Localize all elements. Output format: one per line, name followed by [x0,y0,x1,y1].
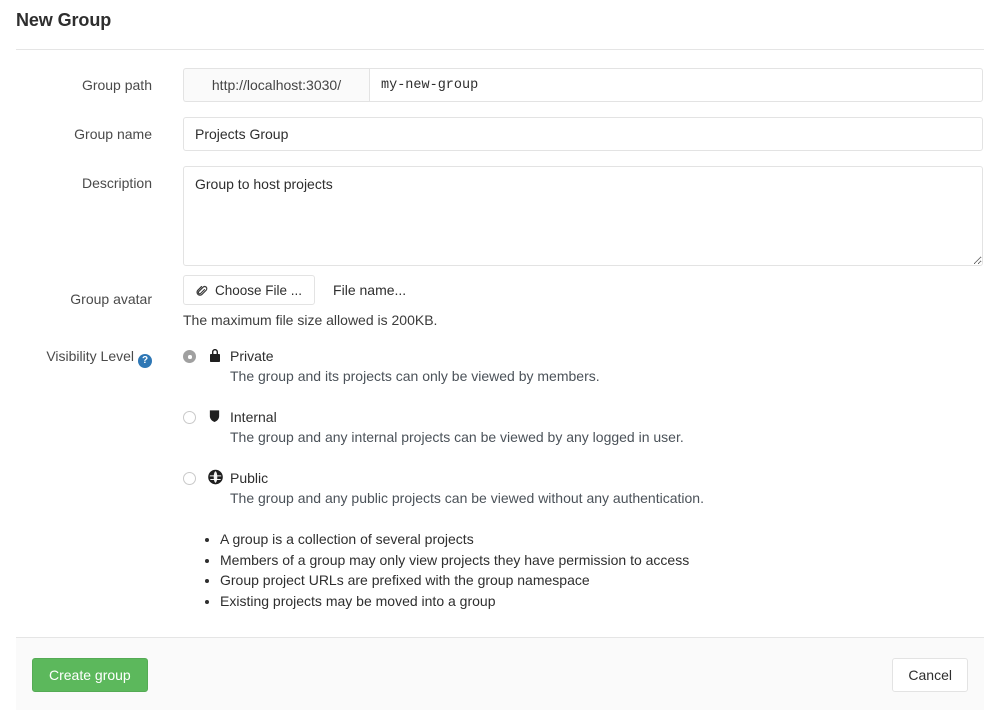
description-control [183,166,983,266]
shield-icon [208,408,223,425]
visibility-desc-internal: The group and any internal projects can … [230,428,684,446]
group-notes-list: A group is a collection of several proje… [200,530,689,612]
group-name-control [183,117,983,151]
radio-public[interactable] [183,472,196,485]
list-item: Members of a group may only view project… [220,551,689,571]
form-footer: Create group Cancel [16,637,984,710]
lock-icon [208,347,223,364]
help-circle-icon[interactable]: ? [138,354,152,368]
create-group-button[interactable]: Create group [32,658,148,692]
group-avatar-label: Group avatar [0,290,152,308]
visibility-name-public: Public [230,469,268,487]
new-group-page: New Group Group path http://localhost:30… [0,0,1000,710]
visibility-name-internal: Internal [230,408,277,426]
visibility-name-private: Private [230,347,274,365]
choose-file-button[interactable]: Choose File ... [183,275,315,305]
avatar-size-hint: The maximum file size allowed is 200KB. [183,311,437,329]
cancel-button[interactable]: Cancel [892,658,968,692]
list-item: Group project URLs are prefixed with the… [220,571,689,591]
group-name-label: Group name [0,125,152,143]
radio-private[interactable] [183,350,196,363]
visibility-label-text: Visibility Level [46,348,134,364]
description-textarea[interactable] [183,166,983,266]
visibility-desc-public: The group and any public projects can be… [230,489,704,507]
visibility-desc-private: The group and its projects can only be v… [230,367,600,385]
description-label: Description [0,174,152,192]
header-divider [16,49,984,50]
group-name-input[interactable] [183,117,983,151]
group-path-input[interactable] [369,68,983,102]
globe-icon [208,469,223,486]
paperclip-icon [196,284,208,297]
visibility-label: Visibility Level? [0,347,152,368]
radio-internal[interactable] [183,411,196,424]
page-title: New Group [16,10,111,31]
group-path-label: Group path [0,76,152,94]
group-path-control: http://localhost:3030/ [183,68,983,102]
group-avatar-control: Choose File ... File name... The maximum… [183,275,437,329]
choose-file-label: Choose File ... [215,283,302,298]
list-item: Existing projects may be moved into a gr… [220,592,689,612]
file-name-text: File name... [333,282,406,298]
group-path-prefix: http://localhost:3030/ [183,68,369,102]
list-item: A group is a collection of several proje… [220,530,689,550]
